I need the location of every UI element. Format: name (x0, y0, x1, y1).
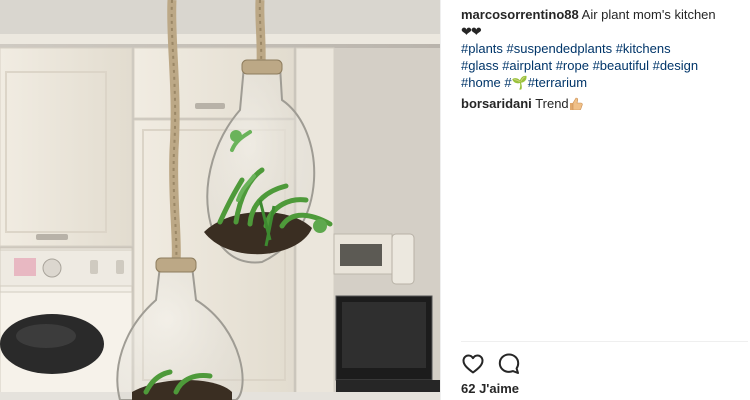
hashtag-design[interactable]: #design (653, 58, 699, 73)
hashtag-plants[interactable]: #plants (461, 41, 503, 56)
hearts-emoji: ❤❤ (461, 24, 482, 39)
likes-count[interactable]: 62 J'aime (461, 381, 519, 396)
caption-text: Air plant mom's kitchen (581, 7, 716, 22)
hashtags-line-3: #home #🌱#terrarium (461, 74, 743, 91)
comment-text: Trend (535, 96, 569, 111)
post-details-panel: marcosorrentino88 Air plant mom's kitche… (440, 0, 750, 400)
comment-author-link[interactable]: borsaridani (461, 96, 532, 111)
hashtag-home[interactable]: #home (461, 75, 501, 90)
post-photo[interactable] (0, 0, 440, 400)
hashtag-suspendedplants[interactable]: #suspendedplants (507, 41, 613, 56)
post-caption: marcosorrentino88 Air plant mom's kitche… (461, 6, 743, 91)
hashtag-beautiful[interactable]: #beautiful (593, 58, 649, 73)
heart-outline-icon[interactable] (461, 352, 485, 376)
hashtag-empty[interactable]: # (504, 75, 511, 90)
divider (461, 341, 748, 342)
post-actions (461, 352, 521, 376)
hashtag-rope[interactable]: #rope (556, 58, 589, 73)
hashtag-terrarium[interactable]: #terrarium (528, 75, 587, 90)
hashtags-line-2: #glass #airplant #rope #beautiful #desig… (461, 57, 743, 74)
speech-bubble-icon[interactable] (497, 352, 521, 376)
thumbs-up-icon (569, 97, 583, 110)
comment-item: borsaridani Trend (461, 95, 743, 112)
post-author-link[interactable]: marcosorrentino88 (461, 7, 579, 22)
terrarium-photo (0, 0, 440, 400)
hashtags-line-1: #plants #suspendedplants #kitchens (461, 40, 743, 57)
hashtag-airplant[interactable]: #airplant (502, 58, 552, 73)
sprout-emoji: 🌱 (511, 75, 528, 90)
hashtag-kitchens[interactable]: #kitchens (616, 41, 671, 56)
hashtag-glass[interactable]: #glass (461, 58, 499, 73)
